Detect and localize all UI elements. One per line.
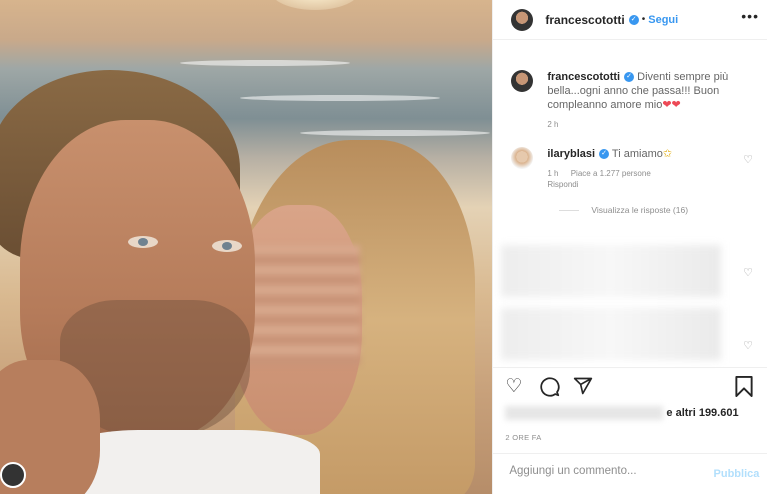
caption-author[interactable]: francescototti (547, 71, 620, 83)
comment-likes[interactable]: Piace a 1.277 persone (571, 169, 651, 178)
verified-badge-icon: ✓ (624, 72, 635, 83)
tagged-user-icon[interactable] (0, 462, 26, 488)
wave (240, 95, 440, 101)
follow-button[interactable]: Segui (648, 14, 678, 26)
post-header: francescototti ✓ • Segui ••• (493, 0, 767, 40)
man-eye-left (128, 236, 158, 248)
comment-like-heart-icon[interactable]: ♡ (743, 339, 753, 352)
view-replies-button[interactable]: Visualizza le risposte (16) (559, 205, 767, 215)
likes-text: e altri 199.601 (666, 406, 739, 419)
comment-time[interactable]: 1 h (547, 169, 558, 178)
blurred-comment (501, 245, 722, 297)
caption-text: francescototti ✓ Diventi sempre più bella… (547, 70, 753, 112)
post-photo[interactable] (0, 0, 493, 494)
caption-author-avatar[interactable] (511, 70, 534, 92)
add-comment-bar: Pubblica (493, 453, 767, 495)
star-emoji: ✩ (662, 148, 673, 160)
comment-body: Ti amiamo (611, 148, 663, 160)
action-bar: ♡ (493, 367, 767, 408)
comment-text: ilaryblasi ✓ Ti amiamo✩ (547, 147, 753, 161)
heart-emoji: ❤❤ (662, 99, 681, 111)
comment-icon[interactable] (539, 376, 560, 403)
comment-input[interactable] (507, 464, 702, 478)
comment-author[interactable]: ilaryblasi (547, 148, 595, 160)
share-icon[interactable] (573, 376, 593, 402)
blurred-comment (501, 308, 722, 360)
separator: • (641, 14, 646, 25)
likes-count[interactable]: e altri 199.601 (505, 406, 739, 420)
caption-time[interactable]: 2 h (547, 120, 558, 129)
comment-author-avatar[interactable] (511, 147, 534, 169)
post-sidebar: francescototti ✓ • Segui ••• francescoto… (492, 0, 767, 494)
wave (300, 130, 490, 136)
comment-meta: 1 h Piace a 1.277 persone (547, 169, 753, 178)
author-avatar[interactable] (511, 8, 534, 31)
heart-icon[interactable]: ♡ (505, 376, 522, 398)
caption: francescototti ✓ Diventi sempre più bella… (493, 70, 767, 129)
ellipsis-icon[interactable]: ••• (741, 8, 759, 24)
blurred-likers (505, 406, 664, 420)
wave (180, 60, 350, 66)
man-eye-right (212, 240, 242, 252)
bookmark-icon[interactable] (735, 376, 753, 403)
post-timestamp[interactable]: 2 ORE FA (505, 433, 541, 442)
sun-glow (270, 0, 360, 10)
verified-badge-icon: ✓ (599, 149, 610, 160)
comment-like-heart-icon[interactable]: ♡ (743, 153, 753, 166)
author-username[interactable]: francescototti (545, 13, 624, 27)
publish-button[interactable]: Pubblica (714, 468, 760, 480)
comment-like-heart-icon[interactable]: ♡ (743, 266, 753, 279)
reply-button[interactable]: Rispondi (547, 180, 578, 189)
caption-meta: 2 h (547, 120, 753, 129)
comment-actions: Rispondi (547, 180, 753, 189)
comment: ilaryblasi ✓ Ti amiamo✩ ♡ 1 h Piace a 1.2… (493, 147, 767, 189)
verified-badge-icon: ✓ (628, 14, 639, 25)
instagram-post: francescototti ✓ • Segui ••• francescoto… (0, 0, 767, 494)
pixelated-face (240, 245, 360, 365)
